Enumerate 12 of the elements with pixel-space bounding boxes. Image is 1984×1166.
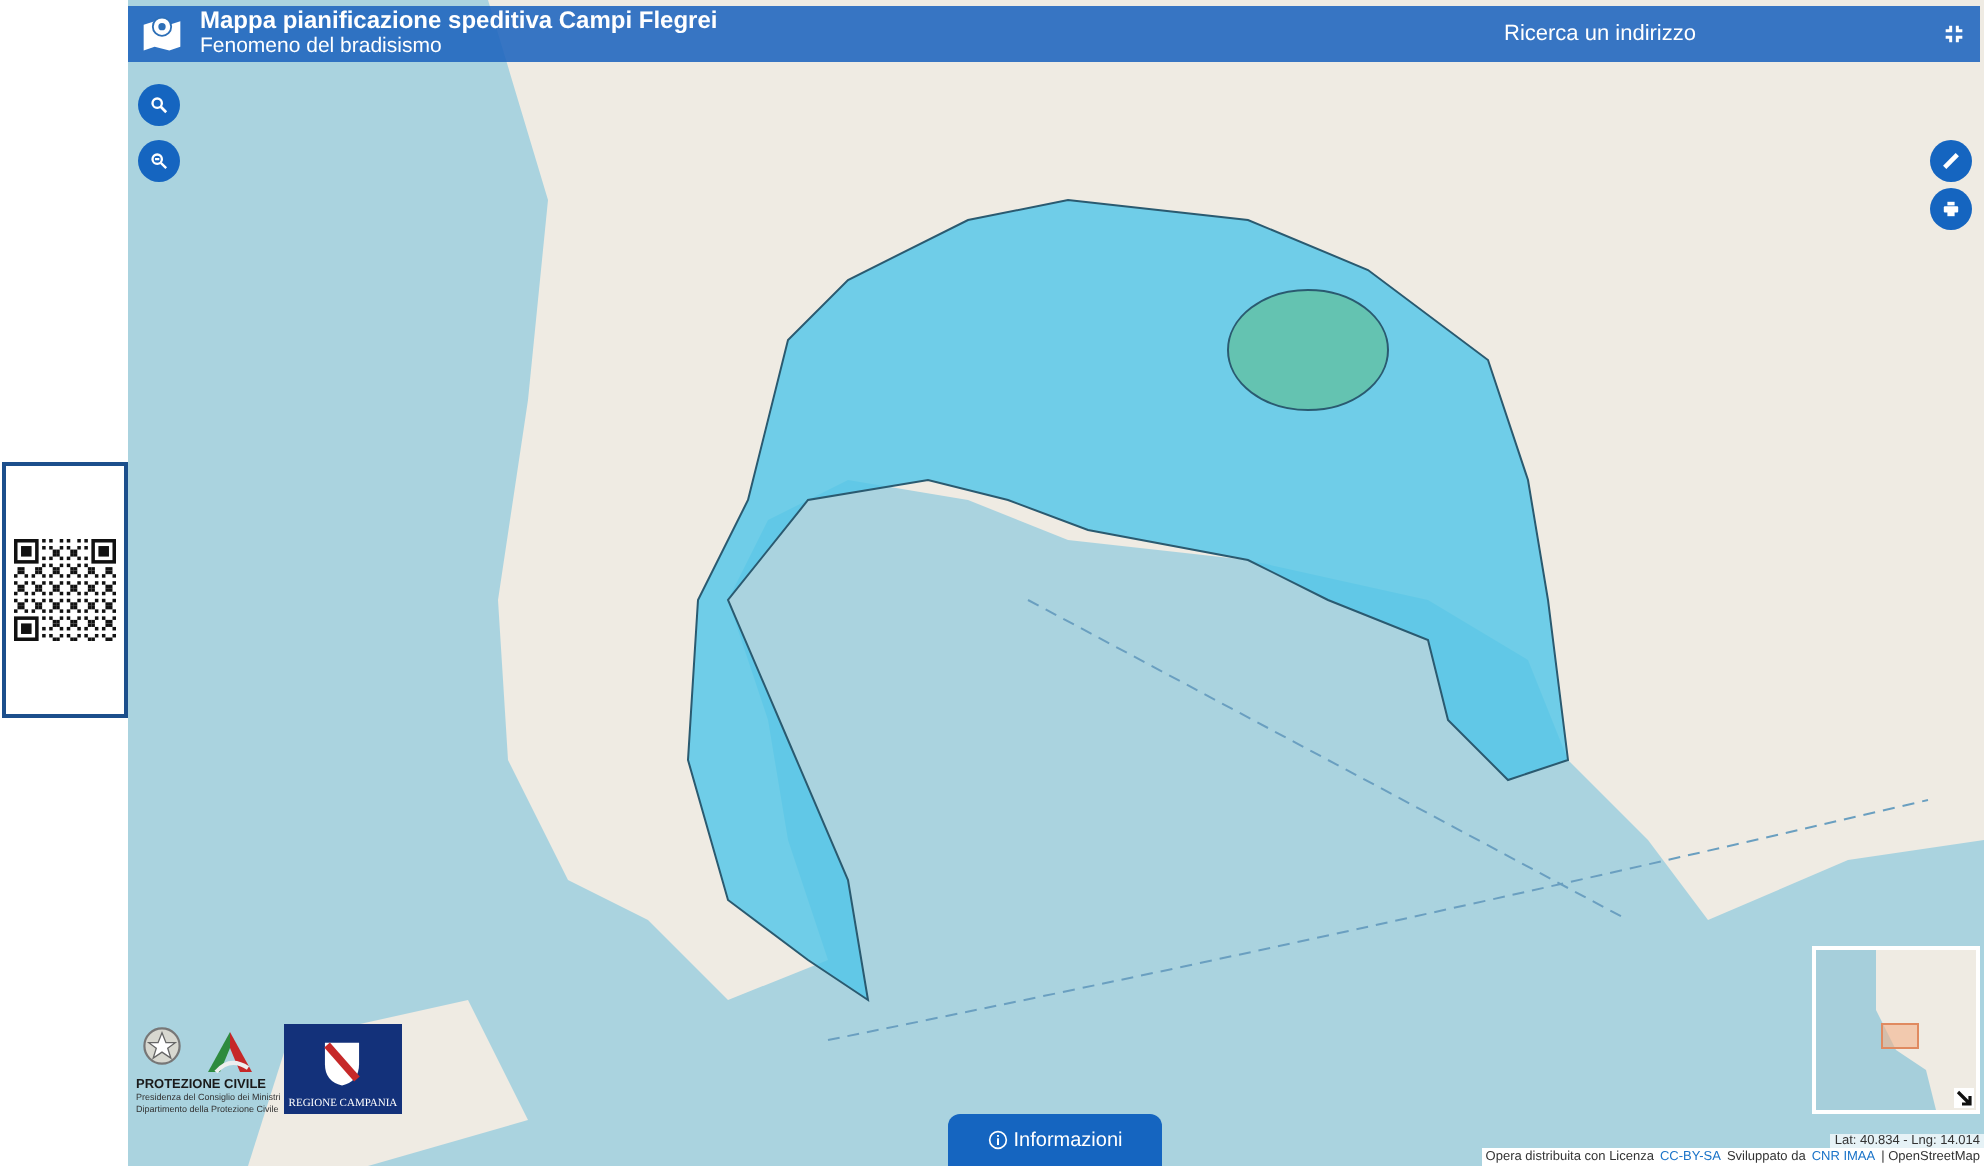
expand-arrow-icon[interactable] (1954, 1088, 1974, 1108)
info-button[interactable]: Informazioni (948, 1114, 1162, 1166)
printer-icon (1942, 200, 1960, 218)
info-icon (987, 1130, 1008, 1150)
app-title: Mappa pianificazione speditiva Campi Flegrei (200, 8, 718, 34)
map-pin-icon (140, 12, 184, 56)
collapse-icon[interactable] (1944, 24, 1964, 44)
ruler-icon (1942, 152, 1960, 170)
magnifier-minus-icon (150, 152, 168, 170)
app-subtitle: Fenomeno del bradisismo (200, 34, 444, 60)
emblem-icon (140, 1024, 184, 1068)
address-search-field[interactable]: Ricerca un indirizzo (1504, 22, 1724, 46)
